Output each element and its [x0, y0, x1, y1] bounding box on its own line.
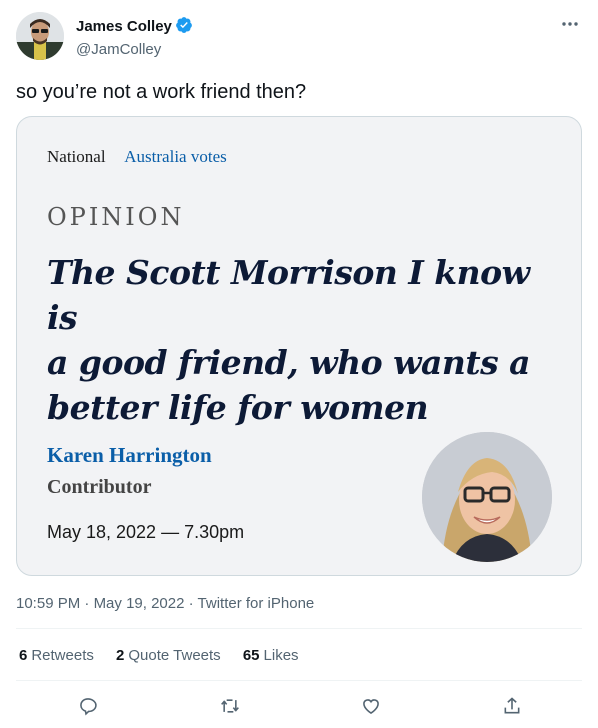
card-nav: National Australia votes — [47, 146, 227, 168]
divider — [16, 628, 582, 629]
action-bar — [16, 690, 582, 722]
article-card[interactable]: National Australia votes OPINION The Sco… — [16, 116, 582, 576]
tweet-meta: 10:59 PM · May 19, 2022 · Twitter for iP… — [16, 595, 315, 612]
divider — [16, 680, 582, 681]
author-block: James Colley @JamColley — [76, 16, 193, 60]
handle[interactable]: @JamColley — [76, 40, 193, 60]
quote-tweets-count: 2 — [116, 647, 125, 664]
display-name[interactable]: James Colley — [76, 17, 172, 37]
article-author-role: Contributor — [47, 476, 152, 498]
share-icon[interactable] — [492, 690, 532, 722]
tweet-source[interactable]: Twitter for iPhone — [198, 595, 315, 612]
tweet-date[interactable]: May 19, 2022 — [94, 595, 185, 612]
retweets-label: Retweets — [31, 647, 94, 664]
tweet-time[interactable]: 10:59 PM — [16, 595, 80, 612]
headline: The Scott Morrison I know is a good frie… — [47, 250, 557, 430]
reply-icon[interactable] — [68, 690, 108, 722]
tweet-stats: 6 Retweets 2 Quote Tweets 65 Likes — [19, 646, 317, 666]
quote-tweets-stat[interactable]: 2 Quote Tweets — [116, 647, 221, 664]
avatar[interactable] — [16, 12, 64, 60]
headline-line: a good friend, who wants a — [47, 343, 531, 382]
likes-label: Likes — [263, 647, 299, 664]
likes-count: 65 — [242, 647, 260, 664]
headline-line: better life for women — [47, 388, 429, 427]
verified-badge-icon — [175, 16, 193, 39]
article-author[interactable]: Karen Harrington — [47, 443, 212, 468]
article-date: May 18, 2022 — 7.30pm — [47, 522, 245, 542]
retweets-stat[interactable]: 6 Retweets — [19, 647, 94, 664]
quote-tweets-label: Quote Tweets — [128, 647, 221, 664]
author-photo — [422, 432, 552, 562]
more-options-icon[interactable] — [560, 16, 580, 32]
tweet-text: so you’re not a work friend then? — [16, 81, 307, 103]
likes-stat[interactable]: 65 Likes — [243, 647, 299, 664]
headline-line: The Scott Morrison I know is — [47, 253, 530, 337]
like-icon[interactable] — [351, 690, 391, 722]
nav-subsection[interactable]: Australia votes — [124, 147, 226, 166]
retweet-icon[interactable] — [210, 690, 250, 722]
kicker: OPINION — [47, 203, 185, 231]
retweets-count: 6 — [19, 647, 28, 664]
nav-section[interactable]: National — [47, 147, 106, 166]
tweet-header: James Colley @JamColley — [16, 12, 582, 62]
